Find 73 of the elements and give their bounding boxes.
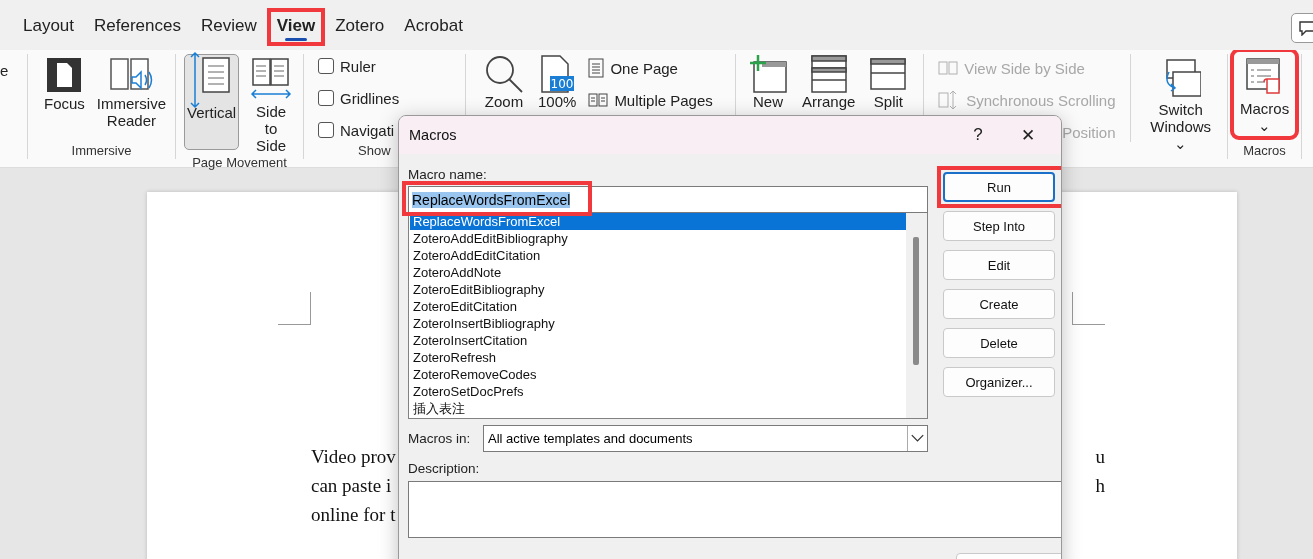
document-text: can paste i xyxy=(311,474,392,498)
list-item[interactable]: ReplaceWordsFromExcel xyxy=(410,213,906,230)
document-text: h xyxy=(1095,474,1105,498)
list-item[interactable]: ZoteroEditBibliography xyxy=(410,281,906,298)
group-label: Page Movement xyxy=(192,155,287,170)
document-text: u xyxy=(1095,445,1105,469)
ribbon-button[interactable]: Switch Windows ⌄ xyxy=(1144,54,1217,153)
group-label: Immersive xyxy=(71,143,132,159)
macro-name-field[interactable]: ReplaceWordsFromExcel xyxy=(408,186,928,213)
ribbon-tab[interactable]: References xyxy=(84,8,191,46)
ribbon-tab[interactable]: Zotero xyxy=(325,8,395,46)
ribbon-button[interactable]: Immersive Reader xyxy=(94,54,169,130)
list-item[interactable]: ZoteroSetDocPrefs xyxy=(410,383,906,400)
field-label: Description: xyxy=(408,460,480,477)
macros-in-dropdown[interactable]: All active templates and documents xyxy=(483,425,928,452)
ribbon-tab[interactable]: Layout xyxy=(13,8,85,46)
arrange-windows-icon xyxy=(809,54,848,94)
list-item[interactable]: ZoteroAddEditCitation xyxy=(410,247,906,264)
ribbon-button[interactable]: One Page xyxy=(588,56,713,80)
dialog-button[interactable]: Run xyxy=(943,172,1055,202)
chevron-down-icon xyxy=(907,426,927,451)
ribbon-button[interactable]: Focus xyxy=(42,54,87,113)
checkbox[interactable]: Gridlines xyxy=(318,86,400,110)
side-by-side-icon xyxy=(938,60,959,76)
dialog-button[interactable]: Create xyxy=(943,289,1055,319)
magnifier-icon xyxy=(484,54,524,94)
ribbon-tab[interactable]: Review xyxy=(191,8,267,46)
document-text: Video prov xyxy=(311,445,396,469)
list-item[interactable]: ZoteroAddEditBibliography xyxy=(410,230,906,247)
ribbon-button[interactable]: Multiple Pages xyxy=(588,88,713,112)
split-window-icon xyxy=(869,57,908,91)
new-window-icon xyxy=(748,54,788,94)
list-item[interactable]: ZoteroRefresh xyxy=(410,349,906,366)
list-item[interactable]: 插入表注 xyxy=(410,400,906,417)
list-item[interactable]: ZoteroInsertCitation xyxy=(410,332,906,349)
focus-icon xyxy=(46,57,83,93)
list-item[interactable]: ZoteroInsertBibliography xyxy=(410,315,906,332)
macro-list[interactable] xyxy=(408,213,928,419)
ribbon-tab[interactable]: View xyxy=(266,8,326,46)
list-item[interactable]: ZoteroEditCitation xyxy=(410,298,906,315)
dialog-button[interactable]: Edit xyxy=(943,250,1055,280)
dialog-title: Macros xyxy=(409,127,458,143)
dialog-button[interactable]: Step Into xyxy=(943,211,1055,241)
list-item[interactable]: ZoteroAddNote xyxy=(410,264,906,281)
ribbon-button[interactable]: Vertical xyxy=(184,54,240,150)
speech-bubble-drawing xyxy=(1298,20,1313,36)
ribbon-button[interactable]: Side to Side xyxy=(247,54,295,155)
ribbon-button[interactable]: Zoom xyxy=(482,54,526,111)
close-button[interactable]: ✕ xyxy=(1003,124,1053,146)
scrollbar-thumb[interactable] xyxy=(913,237,919,365)
ribbon-button[interactable]: Arrange xyxy=(800,54,858,111)
dialog-button[interactable]: Delete xyxy=(943,328,1055,358)
field-label: Macros in: xyxy=(408,430,471,447)
page-icon xyxy=(588,58,605,78)
dialog-button[interactable]: Organizer... xyxy=(943,367,1055,397)
crop-mark xyxy=(1072,292,1105,325)
list-item[interactable]: ZoteroRemoveCodes xyxy=(410,366,906,383)
ribbon-tab[interactable]: Acrobat xyxy=(394,8,473,46)
help-button[interactable]: ? xyxy=(953,125,1003,145)
macros-button[interactable]: Macros ⌄ xyxy=(1234,52,1296,136)
ribbon-label: e xyxy=(0,60,9,81)
group-label: Macros xyxy=(1243,143,1286,159)
document-text: online for t xyxy=(311,503,396,527)
field-label: Macro name: xyxy=(408,166,487,183)
checkbox[interactable]: Ruler xyxy=(318,54,400,78)
checkbox[interactable]: Navigati xyxy=(318,118,400,142)
description-field[interactable] xyxy=(408,481,1061,538)
crop-mark xyxy=(278,292,311,325)
ribbon-button[interactable]: 100 100% xyxy=(536,54,579,111)
group-label: Show xyxy=(358,143,391,159)
two-pages-icon xyxy=(588,92,609,108)
ribbon-button[interactable]: New xyxy=(746,54,790,111)
ribbon-button[interactable]: Split xyxy=(867,54,910,111)
